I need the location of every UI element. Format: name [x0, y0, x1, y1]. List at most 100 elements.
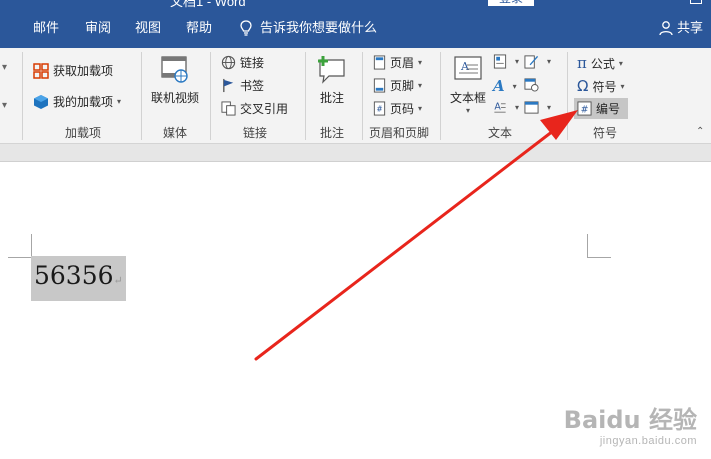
ribbon: ▾ ▾ 获取加载项 我的加载项 ▾ 加载项 联机视频 媒体 链接 书签 交叉引用… [0, 48, 711, 144]
bookmark-button[interactable]: 书签 [221, 77, 264, 94]
group-separator [22, 52, 23, 140]
group-separator [210, 52, 211, 140]
get-addins-button[interactable]: 获取加载项 [33, 62, 113, 79]
crop-mark-top-right [587, 234, 611, 258]
addins-group-label: 加载项 [64, 126, 101, 140]
group-separator [567, 52, 568, 140]
watermark: Baidu 经验 jingyan.baidu.com [564, 400, 697, 447]
comment-icon [318, 56, 345, 84]
wordart-button[interactable]: A ▾ [493, 77, 517, 95]
bookmark-label: 书签 [240, 79, 265, 93]
tab-mailings[interactable]: 邮件 [33, 8, 59, 48]
group-separator [141, 52, 142, 140]
comment-button[interactable]: 批注 [312, 54, 352, 106]
share-label: 共享 [676, 20, 703, 35]
get-addins-label: 获取加载项 [53, 64, 114, 78]
equation-label: 公式 [590, 56, 615, 71]
date-time-button[interactable] [524, 77, 543, 92]
tab-help[interactable]: 帮助 [186, 8, 212, 48]
calendar-clock-icon [524, 78, 539, 92]
partial-dropdown-2[interactable]: ▾ [2, 100, 7, 111]
object-button[interactable]: ▾ [524, 100, 551, 115]
title-bar: 文档1 - Word 登录 [0, 0, 711, 8]
group-separator [362, 52, 363, 140]
partial-dropdown[interactable]: ▾ [2, 62, 7, 73]
login-button[interactable]: 登录 [488, 0, 534, 6]
number-label: 编号 [596, 102, 621, 116]
header-footer-group-label: 页眉和页脚 [368, 126, 429, 140]
links-group-label: 链接 [242, 126, 267, 140]
number-icon: # [577, 101, 592, 116]
pi-icon: π [577, 54, 587, 72]
group-separator [305, 52, 306, 140]
online-video-button[interactable]: 联机视频 [148, 54, 202, 106]
header-icon [373, 55, 386, 70]
window-title: 文档1 - Word [170, 0, 246, 8]
globe-link-icon [221, 55, 236, 70]
restore-icon[interactable] [690, 0, 702, 4]
video-icon [161, 56, 188, 83]
page-number-icon: # [373, 101, 386, 116]
page-number-button[interactable]: # 页码 ▾ [373, 100, 422, 117]
collapse-ribbon-icon[interactable]: ⌃ [696, 126, 704, 137]
textbox-icon: A [454, 56, 482, 80]
comments-group-label: 批注 [319, 126, 344, 140]
document-text: 56356 [34, 261, 114, 290]
footer-icon [373, 78, 386, 93]
paragraph-mark-icon: ↵ [113, 274, 123, 287]
wordart-icon: A [493, 77, 505, 95]
cross-reference-label: 交叉引用 [240, 102, 289, 116]
lightbulb-icon [240, 20, 252, 36]
media-group-label: 媒体 [162, 126, 187, 140]
symbols-group-label: 符号 [592, 126, 617, 140]
text-group-label: 文本 [487, 126, 512, 140]
watermark-url: jingyan.baidu.com [599, 435, 697, 447]
share-button[interactable]: 共享 [658, 8, 703, 48]
comment-label: 批注 [319, 91, 344, 105]
header-label: 页眉 [390, 56, 415, 70]
store-icon [33, 62, 49, 79]
object-icon [524, 101, 539, 114]
cube-icon [34, 94, 48, 109]
crop-mark-top-left [8, 234, 32, 258]
number-button[interactable]: # 编号 [574, 98, 629, 119]
link-button[interactable]: 链接 [221, 54, 264, 71]
svg-text:A: A [460, 60, 470, 73]
page-number-label: 页码 [390, 102, 415, 116]
drop-cap-icon: A [494, 101, 506, 113]
tab-view[interactable]: 视图 [135, 8, 161, 48]
equation-button[interactable]: π 公式 ▾ [577, 54, 623, 72]
my-addins-label: 我的加载项 [53, 95, 114, 109]
footer-label: 页脚 [390, 79, 415, 93]
footer-button[interactable]: 页脚 ▾ [373, 77, 422, 94]
flag-icon [223, 78, 234, 93]
svg-text:#: # [376, 104, 382, 113]
textbox-label: 文本框 [449, 91, 486, 105]
my-addins-button[interactable]: 我的加载项 ▾ [33, 93, 121, 110]
tell-me-label: 告诉我你想要做什么 [260, 20, 378, 35]
online-video-label: 联机视频 [150, 91, 199, 105]
ribbon-tabs: 邮件 审阅 视图 帮助 告诉我你想要做什么 共享 [0, 8, 711, 48]
svg-text:A: A [494, 101, 501, 112]
signature-icon [524, 55, 539, 69]
symbol-button[interactable]: Ω 符号 ▾ [577, 77, 625, 95]
selected-text[interactable]: 56356↵ [31, 256, 126, 301]
group-separator [440, 52, 441, 140]
header-button[interactable]: 页眉 ▾ [373, 54, 422, 71]
cross-reference-button[interactable]: 交叉引用 [221, 100, 288, 117]
quick-parts-icon [493, 54, 507, 69]
watermark-logo: Baidu 经验 [563, 406, 697, 434]
person-icon [659, 21, 673, 36]
quick-parts-button[interactable]: ▾ [493, 54, 519, 69]
omega-icon: Ω [577, 77, 589, 95]
symbol-label: 符号 [592, 79, 617, 94]
tab-review[interactable]: 审阅 [85, 8, 111, 48]
drop-cap-button[interactable]: A ▾ [493, 100, 519, 115]
ribbon-display-icon[interactable] [652, 0, 664, 4]
signature-line-button[interactable]: ▾ [524, 54, 551, 69]
svg-text:#: # [581, 104, 589, 115]
link-label: 链接 [240, 56, 265, 70]
textbox-button[interactable]: A 文本框 ▾ [447, 54, 489, 115]
cross-reference-icon [221, 101, 236, 116]
tell-me-search[interactable]: 告诉我你想要做什么 [240, 8, 377, 48]
